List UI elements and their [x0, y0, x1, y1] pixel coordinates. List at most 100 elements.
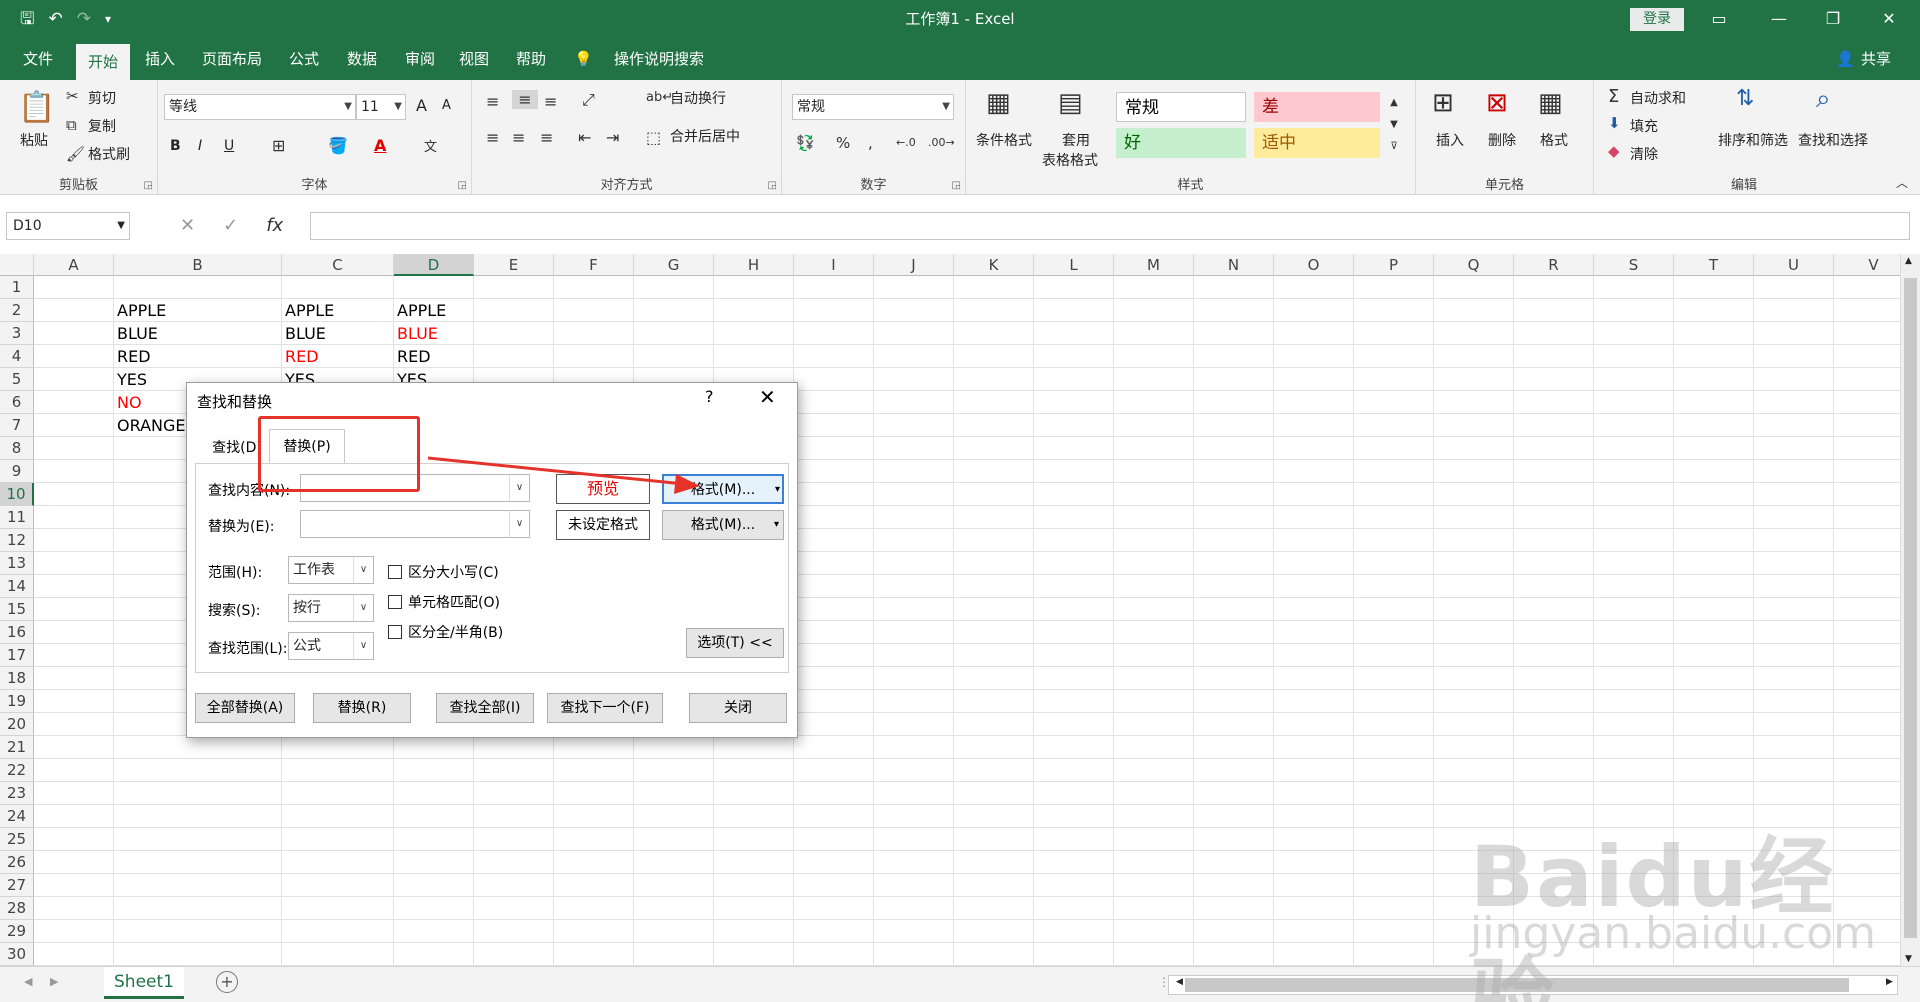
replace-format-button[interactable]: 格式(M)... ▾ [662, 510, 784, 540]
replace-with-dropdown-icon[interactable]: ∨ [509, 511, 529, 537]
cell-c3[interactable]: BLUE [282, 322, 326, 345]
copy-button[interactable]: 复制 [88, 116, 116, 136]
row-header-22[interactable]: 22 [0, 759, 34, 782]
insert-function-icon[interactable]: fx [266, 212, 283, 240]
column-header-q[interactable]: Q [1434, 254, 1514, 276]
format-as-table-icon[interactable]: ▤ [1058, 88, 1083, 118]
column-header-p[interactable]: P [1354, 254, 1434, 276]
increase-indent-icon[interactable]: ⇥ [606, 128, 619, 147]
row-header-4[interactable]: 4 [0, 345, 34, 368]
match-byte-checkbox[interactable]: 区分全/半角(B) [388, 622, 503, 642]
cell-d3[interactable]: BLUE [394, 322, 438, 345]
column-header-l[interactable]: L [1034, 254, 1114, 276]
minimize-icon[interactable]: — [1756, 0, 1802, 38]
italic-button[interactable]: I [198, 138, 202, 154]
replace-all-button[interactable]: 全部替换(A) [195, 693, 295, 723]
ribbon-display-options-icon[interactable]: ▭ [1696, 0, 1742, 38]
tab-data[interactable]: 数据 [338, 38, 386, 80]
row-header-12[interactable]: 12 [0, 529, 34, 552]
find-what-dropdown-icon[interactable]: ∨ [509, 475, 529, 501]
increase-decimal-icon[interactable]: ←.0 [896, 136, 916, 149]
row-header-29[interactable]: 29 [0, 920, 34, 943]
match-byte-box[interactable] [388, 625, 402, 639]
column-header-o[interactable]: O [1274, 254, 1354, 276]
tell-me-search[interactable]: 操作说明搜索 [604, 38, 714, 80]
tab-insert[interactable]: 插入 [136, 38, 184, 80]
column-header-u[interactable]: U [1754, 254, 1834, 276]
cut-icon[interactable]: ✂ [66, 87, 79, 105]
delete-cells-button[interactable]: 删除 [1488, 130, 1516, 150]
look-in-select[interactable]: 公式 ∨ [288, 632, 374, 660]
sheet-tab-sheet1[interactable]: Sheet1 [104, 967, 184, 999]
conditional-formatting-button[interactable]: 条件格式 [976, 130, 1032, 150]
row-header-11[interactable]: 11 [0, 506, 34, 529]
find-format-button[interactable]: 格式(M)... ▾ [662, 474, 784, 504]
cell-b3[interactable]: BLUE [114, 322, 158, 345]
underline-button[interactable]: U [224, 138, 234, 154]
tab-page-layout[interactable]: 页面布局 [196, 38, 268, 80]
format-cells-button[interactable]: 格式 [1540, 130, 1568, 150]
row-header-14[interactable]: 14 [0, 575, 34, 598]
row-header-7[interactable]: 7 [0, 414, 34, 437]
tab-file[interactable]: 文件 [14, 38, 62, 80]
name-box[interactable]: D10 ▼ [6, 212, 130, 240]
scroll-down-icon[interactable]: ▼ [1905, 954, 1912, 964]
copy-icon[interactable]: ⧉ [66, 116, 77, 134]
column-header-h[interactable]: H [714, 254, 794, 276]
row-header-16[interactable]: 16 [0, 621, 34, 644]
cell-b5[interactable]: YES [114, 368, 147, 391]
style-bad[interactable]: 差 [1254, 92, 1380, 122]
match-cell-box[interactable] [388, 595, 402, 609]
row-header-25[interactable]: 25 [0, 828, 34, 851]
cell-d4[interactable]: RED [394, 345, 431, 368]
merge-center-button[interactable]: 合并后居中 [670, 126, 740, 146]
column-header-t[interactable]: T [1674, 254, 1754, 276]
currency-icon[interactable]: 💱 [796, 134, 815, 152]
help-icon[interactable]: ? [705, 387, 714, 406]
cut-button[interactable]: 剪切 [88, 88, 116, 108]
format-painter-button[interactable]: 格式刷 [88, 144, 130, 164]
row-header-28[interactable]: 28 [0, 897, 34, 920]
alignment-launcher-icon[interactable]: ◲ [768, 180, 777, 191]
row-header-3[interactable]: 3 [0, 322, 34, 345]
sheet-nav-next-icon[interactable]: ▶ [50, 975, 58, 988]
replace-with-input[interactable]: ∨ [300, 510, 530, 538]
fill-color-icon[interactable]: 🪣 [328, 136, 348, 155]
clear-icon[interactable]: ◆ [1608, 142, 1620, 160]
fill-icon[interactable]: ⬇ [1608, 114, 1621, 132]
row-header-5[interactable]: 5 [0, 368, 34, 391]
number-format-combo[interactable]: 常规 ▼ [792, 94, 954, 120]
tab-review[interactable]: 审阅 [396, 38, 444, 80]
cell-b2[interactable]: APPLE [114, 299, 166, 322]
sort-filter-icon[interactable]: ⇅ [1736, 86, 1754, 111]
align-center-icon[interactable]: ≡ [512, 128, 525, 147]
font-name-combo[interactable]: 等线 ▼ [164, 94, 356, 120]
find-select-icon[interactable]: ⌕ [1816, 84, 1831, 115]
vertical-scrollbar[interactable]: ▲ ▼ [1900, 254, 1920, 966]
comma-icon[interactable]: , [868, 134, 873, 152]
scroll-right-icon[interactable]: ▶ [1886, 977, 1893, 987]
column-header-j[interactable]: J [874, 254, 954, 276]
number-launcher-icon[interactable]: ◲ [952, 180, 961, 191]
align-bottom-icon[interactable]: ≡ [544, 92, 557, 111]
search-dropdown-icon[interactable]: ∨ [353, 595, 373, 621]
close-window-icon[interactable]: ✕ [1866, 0, 1912, 38]
delete-cells-icon[interactable]: ⊠ [1486, 88, 1508, 118]
look-in-dropdown-icon[interactable]: ∨ [353, 633, 373, 659]
clear-button[interactable]: 清除 [1630, 144, 1658, 164]
add-sheet-button[interactable]: + [216, 971, 238, 993]
column-header-b[interactable]: B [114, 254, 282, 276]
tab-home[interactable]: 开始 [76, 44, 130, 80]
font-size-combo[interactable]: 11 ▼ [356, 94, 406, 120]
format-painter-icon[interactable]: 🖌 [66, 145, 85, 163]
decrease-decimal-icon[interactable]: .00→ [928, 136, 955, 149]
column-header-r[interactable]: R [1514, 254, 1594, 276]
collapse-ribbon-icon[interactable]: ︿ [1896, 174, 1908, 191]
select-all-corner[interactable] [0, 254, 34, 276]
options-button[interactable]: 选项(T) << [686, 628, 784, 658]
cell-b4[interactable]: RED [114, 345, 151, 368]
row-header-19[interactable]: 19 [0, 690, 34, 713]
row-header-27[interactable]: 27 [0, 874, 34, 897]
autosum-icon[interactable]: Σ [1608, 86, 1619, 107]
row-header-6[interactable]: 6 [0, 391, 34, 414]
